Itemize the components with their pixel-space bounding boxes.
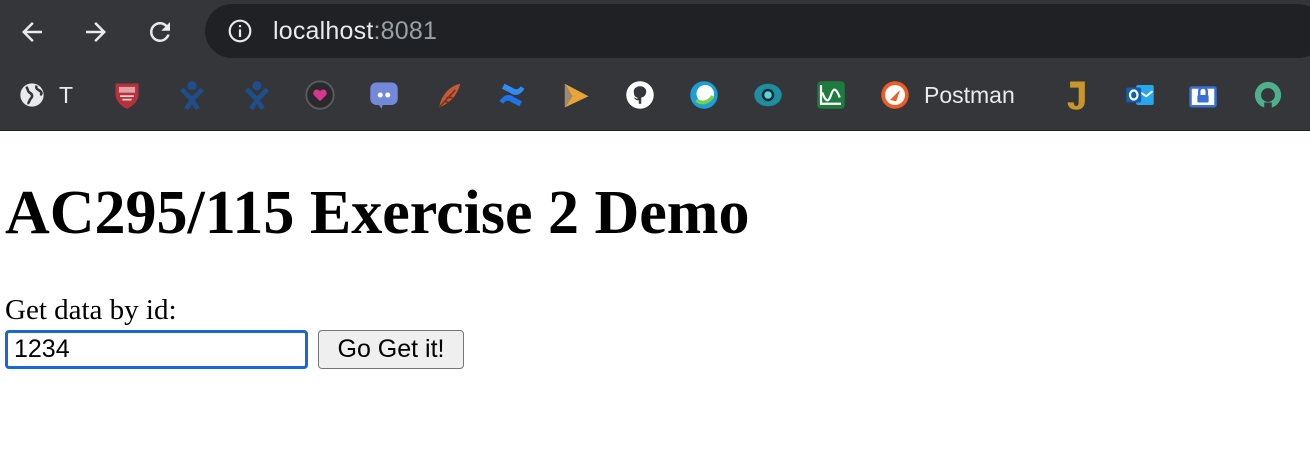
back-arrow-icon [22,22,42,42]
back-button[interactable] [12,12,52,52]
bookmark-feather[interactable] [434,78,464,112]
bookmark-label: T [59,81,74,108]
info-icon[interactable] [227,18,253,44]
bookmarks-bar: T Postman [0,68,1310,122]
url-host: localhost [273,17,374,45]
id-input[interactable] [5,330,308,369]
feather-icon [434,80,464,110]
lock-icon [1188,80,1218,110]
bookmark-ring[interactable] [1253,78,1283,112]
jira-person-icon [242,80,272,110]
bookmark-discord[interactable] [369,78,399,112]
address-bar[interactable]: localhost:8081 [205,4,1310,58]
j-letter-icon [1060,80,1090,110]
eye-icon [753,80,783,110]
go-get-it-button[interactable]: Go Get it! [318,330,464,369]
outlook-icon [1125,80,1155,110]
github-icon [625,80,655,110]
bookmark-jira-2[interactable] [242,78,272,112]
bookmark-play[interactable] [561,78,591,112]
postman-icon [880,80,910,110]
play-arrow-icon [561,80,591,110]
bookmark-postman[interactable]: Postman [880,78,1015,112]
ring-icon [1253,80,1283,110]
url-port: :8081 [373,17,438,45]
page-title: AC295/115 Exercise 2 Demo [5,179,750,247]
bookmark-j[interactable] [1060,78,1090,112]
bookmark-confluence[interactable] [497,78,527,112]
globe-icon [17,80,47,110]
id-field-label: Get data by id: [5,294,177,326]
bookmark-jira-1[interactable] [177,78,207,112]
shield-crest-icon [112,80,142,110]
circle-swirl-icon [689,80,719,110]
forward-arrow-icon [86,22,106,42]
jira-person-icon [177,80,207,110]
forward-button[interactable] [76,12,116,52]
heart-icon [305,80,335,110]
reload-icon [149,21,170,42]
browser-toolbar: localhost:8081 T Postman [0,0,1310,131]
bookmark-lock[interactable] [1188,78,1218,112]
confluence-icon [497,80,527,110]
bookmark-github[interactable] [625,78,655,112]
url-text[interactable]: localhost:8081 [273,17,437,46]
bookmark-swirl[interactable] [689,78,719,112]
bookmark-eye[interactable] [753,78,783,112]
discord-icon [369,80,399,110]
bookmark-globe-t[interactable]: T [17,78,73,112]
reload-button[interactable] [140,12,180,52]
bookmark-heart[interactable] [305,78,335,112]
bookmark-crest[interactable] [112,78,142,112]
bookmark-label: Postman [924,81,1015,108]
bookmark-wave[interactable] [816,78,846,112]
wave-chart-icon [816,80,846,110]
bookmark-outlook[interactable] [1125,78,1155,112]
